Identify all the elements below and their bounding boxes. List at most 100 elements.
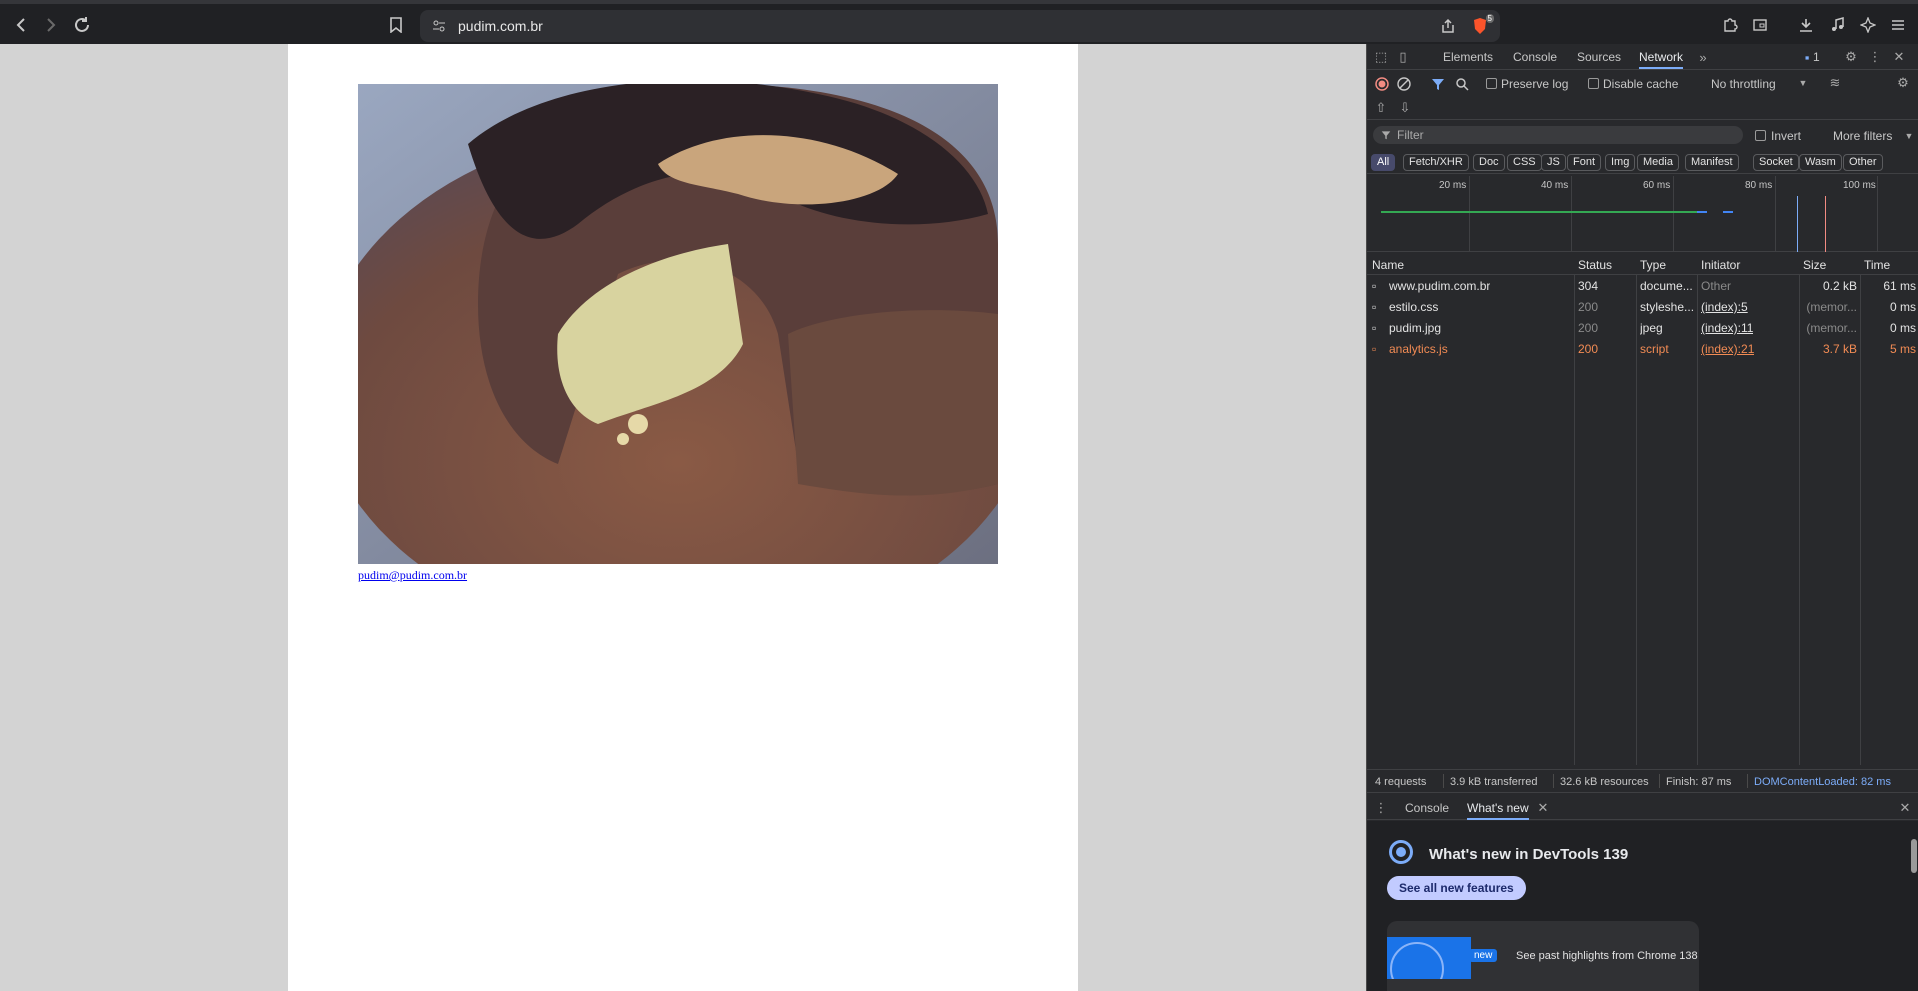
drawer-menu-icon[interactable]: ⋮ (1373, 800, 1389, 816)
leo-ai-button[interactable] (1856, 13, 1880, 37)
music-icon (1832, 17, 1844, 31)
export-har-icon[interactable]: ⇩ (1397, 100, 1413, 116)
disable-cache-checkbox[interactable] (1588, 78, 1599, 89)
reload-icon (75, 17, 89, 32)
preserve-log-checkbox[interactable] (1486, 78, 1497, 89)
tab-network[interactable]: Network (1639, 50, 1684, 69)
column-status[interactable]: Status (1578, 258, 1612, 272)
chip-wasm[interactable]: Wasm (1799, 154, 1842, 171)
filter-row: Filter Invert More filters ▼ (1367, 124, 1918, 148)
past-highlights-card[interactable]: new See past highlights from Chrome 138 (1387, 921, 1699, 991)
record-icon[interactable] (1375, 77, 1389, 91)
import-har-icon[interactable]: ⇧ (1373, 100, 1389, 116)
chevron-down-icon: ▼ (1798, 78, 1808, 88)
network-conditions-icon[interactable]: ≋ (1827, 75, 1843, 91)
column-initiator[interactable]: Initiator (1701, 258, 1740, 272)
tab-sources[interactable]: Sources (1577, 50, 1621, 64)
device-toolbar-icon[interactable]: ▯ (1395, 49, 1411, 65)
filter-input[interactable]: Filter (1373, 126, 1743, 144)
invert-checkbox[interactable] (1755, 130, 1766, 141)
file-type-icon: ▫ (1372, 321, 1377, 335)
chip-img[interactable]: Img (1605, 154, 1636, 171)
tab-elements[interactable]: Elements (1443, 50, 1493, 64)
table-row[interactable]: ▫ pudim.jpg 200 jpeg (index):11 (memor... 0 ms (1367, 318, 1918, 339)
kebab-menu-icon[interactable]: ⋮ (1867, 49, 1883, 65)
site-settings-icon[interactable] (432, 19, 446, 33)
throttling-select[interactable]: No throttling (1711, 77, 1776, 91)
more-filters-dropdown[interactable]: More filters (1833, 129, 1892, 143)
clear-icon[interactable] (1397, 77, 1411, 91)
file-type-icon: ▫ (1372, 279, 1377, 293)
column-time[interactable]: Time (1864, 258, 1890, 272)
close-drawer-icon[interactable]: ✕ (1897, 800, 1913, 816)
network-overview-timeline[interactable]: 20 ms 40 ms 60 ms 80 ms 100 ms (1367, 176, 1918, 252)
chip-other[interactable]: Other (1843, 154, 1883, 171)
settings-gear-icon[interactable]: ⚙ (1843, 49, 1859, 65)
pudim-image (358, 84, 998, 564)
inspect-element-icon[interactable]: ⬚ (1373, 49, 1389, 65)
cell-initiator[interactable]: Other (1701, 279, 1731, 293)
browser-toolbar: pudim.com.br 5 (0, 0, 1918, 44)
chip-fetch-xhr[interactable]: Fetch/XHR (1403, 154, 1469, 171)
close-tab-icon[interactable]: ✕ (1535, 800, 1551, 816)
menu-button[interactable] (1886, 13, 1910, 37)
cell-type: styleshe... (1640, 300, 1695, 314)
drawer-tabbar: ⋮ Console What's new ✕ ✕ (1367, 796, 1918, 820)
reload-button[interactable] (70, 13, 94, 37)
preserve-log-label: Preserve log (1501, 77, 1569, 91)
requests-table: Name Status Type Initiator Size Time ▫ ww… (1367, 253, 1918, 765)
forward-button[interactable] (38, 13, 62, 37)
cell-size: 3.7 kB (1822, 342, 1857, 356)
chip-manifest[interactable]: Manifest (1685, 154, 1739, 171)
cell-initiator[interactable]: (index):21 (1701, 342, 1754, 356)
chip-all[interactable]: All (1371, 154, 1396, 171)
chip-doc[interactable]: Doc (1473, 154, 1505, 171)
page-viewport: pudim@pudim.com.br (0, 44, 1366, 991)
cell-initiator[interactable]: (index):5 (1701, 300, 1748, 314)
chip-socket[interactable]: Socket (1753, 154, 1799, 171)
email-link[interactable]: pudim@pudim.com.br (358, 568, 467, 583)
chip-js[interactable]: JS (1541, 154, 1566, 171)
drawer-tab-whats-new[interactable]: What's new (1467, 801, 1529, 820)
drawer-scrollbar[interactable] (1911, 839, 1917, 873)
table-row[interactable]: ▫ www.pudim.com.br 304 docume... Other 0.2 kB… (1367, 276, 1918, 297)
back-button[interactable] (10, 13, 34, 37)
devtools-panel: ⬚ ▯ Elements Console Sources Network » ▪… (1366, 44, 1918, 991)
timeline-bar-resource (1723, 211, 1733, 213)
cell-name: estilo.css (1389, 300, 1439, 314)
disable-cache-label: Disable cache (1603, 77, 1679, 91)
filter-icon[interactable] (1431, 77, 1445, 91)
address-bar[interactable]: pudim.com.br 5 (420, 10, 1500, 42)
sidebar-button[interactable] (1748, 13, 1772, 37)
back-icon (16, 18, 25, 32)
cell-time: 0 ms (1889, 321, 1916, 335)
more-tabs-icon[interactable]: » (1695, 49, 1711, 65)
network-settings-icon[interactable]: ⚙ (1895, 75, 1911, 91)
extensions-button[interactable] (1718, 13, 1742, 37)
share-icon[interactable] (1440, 18, 1456, 34)
table-row[interactable]: ▫ estilo.css 200 styleshe... (index):5 (memor… (1367, 297, 1918, 318)
drawer-tab-console[interactable]: Console (1405, 801, 1449, 815)
cell-time: 0 ms (1889, 300, 1916, 314)
cell-initiator[interactable]: (index):11 (1701, 321, 1753, 335)
brave-shields-button[interactable]: 5 (1470, 14, 1494, 36)
pudim-photo-icon (358, 84, 998, 564)
column-type[interactable]: Type (1640, 258, 1666, 272)
search-icon[interactable] (1455, 77, 1469, 91)
cell-size: (memor... (1806, 321, 1857, 335)
chip-media[interactable]: Media (1637, 154, 1679, 171)
see-all-features-button[interactable]: See all new features (1387, 876, 1526, 900)
url-text[interactable]: pudim.com.br (458, 18, 543, 34)
downloads-button[interactable] (1794, 13, 1818, 37)
column-size[interactable]: Size (1803, 258, 1826, 272)
grid-line (1673, 176, 1674, 252)
media-button[interactable] (1826, 13, 1850, 37)
column-name[interactable]: Name (1372, 258, 1404, 272)
bookmark-button[interactable] (384, 13, 408, 37)
chip-font[interactable]: Font (1567, 154, 1602, 171)
chip-css[interactable]: CSS (1507, 154, 1542, 171)
tab-console[interactable]: Console (1513, 50, 1557, 64)
close-devtools-icon[interactable]: ✕ (1891, 49, 1907, 65)
table-row[interactable]: ▫ analytics.js 200 script (index):21 3.7 kB 5 … (1367, 339, 1918, 360)
cell-size: (memor... (1806, 300, 1857, 314)
